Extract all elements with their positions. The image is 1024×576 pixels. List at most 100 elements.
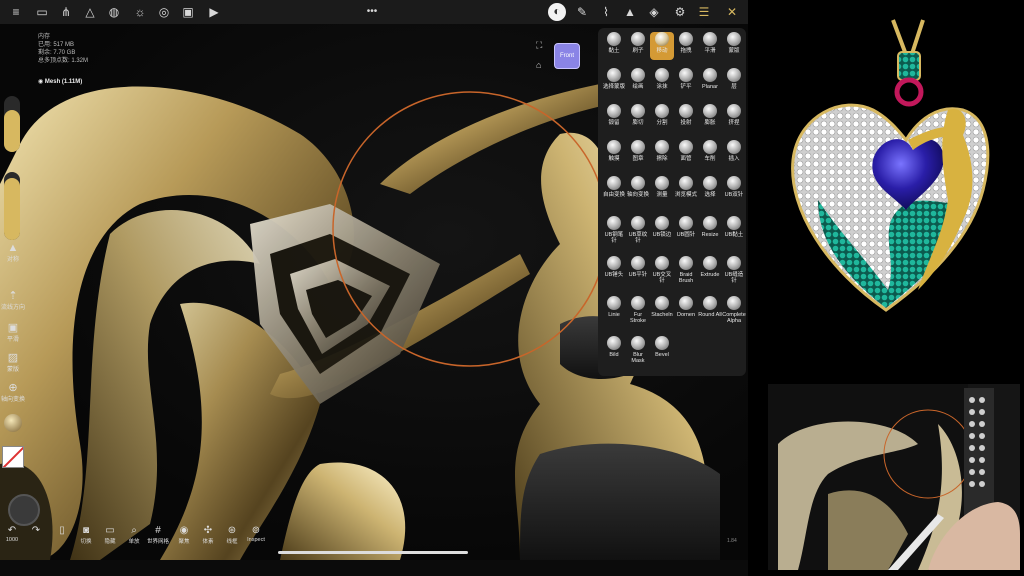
brush-item[interactable]: 投射 <box>674 104 698 132</box>
brush-item[interactable]: 测量 <box>650 176 674 204</box>
bottom-tool-grid[interactable]: # 世界网格 <box>146 525 170 545</box>
active-brush-icon[interactable]: ◐ <box>548 3 566 21</box>
brush-item[interactable]: 绘画 <box>626 68 650 96</box>
brush-item[interactable]: Planar <box>698 68 722 96</box>
brush-item[interactable]: 层 <box>722 68 746 96</box>
brush-item[interactable]: 车削 <box>698 140 722 168</box>
menu-icon[interactable]: ≡ <box>8 4 24 20</box>
brush-item[interactable]: Resize <box>698 216 722 244</box>
redo-button[interactable]: ↷ <box>24 525 48 537</box>
symmetry-tool[interactable]: ▲ 对称 <box>0 242 26 263</box>
folder-icon[interactable]: ▭ <box>34 4 50 20</box>
bottom-tool-inspect[interactable]: ⊚ Inspect <box>244 525 268 543</box>
brush-item[interactable]: 蒙版 <box>722 32 746 60</box>
brush-item[interactable]: 移动 <box>650 32 674 60</box>
brush-item[interactable]: 插入 <box>722 140 746 168</box>
brush-item[interactable]: Stacheln <box>650 296 674 324</box>
settings-icon[interactable]: ⚙ <box>672 4 688 20</box>
brush-item[interactable]: 铲平 <box>674 68 698 96</box>
brush-item[interactable]: UB交叉针 <box>650 256 674 284</box>
brush-icon <box>679 32 693 46</box>
brush-item[interactable]: 锻留 <box>602 104 626 132</box>
tools-icon[interactable]: ✕ <box>724 4 740 20</box>
pen-icon[interactable]: ✎ <box>574 4 590 20</box>
stroke-button[interactable] <box>8 494 40 526</box>
brush-item[interactable]: Round All <box>698 296 722 324</box>
brush-item[interactable]: 膨胀 <box>698 104 722 132</box>
brush-item[interactable]: Complete Alpha <box>722 296 746 324</box>
brush-item[interactable]: Bild <box>602 336 626 364</box>
brush-item[interactable]: 刷子 <box>626 32 650 60</box>
brush-item[interactable]: 触摸 <box>602 140 626 168</box>
brush-item[interactable]: UB黏土 <box>722 216 746 244</box>
bottom-tool-1[interactable]: ▯ <box>50 525 74 537</box>
bottom-tool-hide[interactable]: ▭ 隐藏 <box>98 525 122 545</box>
video-icon[interactable]: ▶ <box>206 4 222 20</box>
fullscreen-icon[interactable]: ⛶ <box>536 40 542 51</box>
brush-item[interactable]: Linie <box>602 296 626 324</box>
brush-item[interactable]: Braid Brush <box>674 256 698 284</box>
brush-item[interactable]: 挤捏 <box>722 104 746 132</box>
brush-item[interactable]: 黏土 <box>602 32 626 60</box>
brush-item[interactable]: 平滑 <box>698 32 722 60</box>
brush-item[interactable]: Dornen <box>674 296 698 324</box>
brush-item[interactable]: 轴向变换 <box>626 176 650 204</box>
brush-item[interactable]: 拖拽 <box>674 32 698 60</box>
material-icon[interactable]: ◎ <box>156 4 172 20</box>
gizmo-tool[interactable]: ⊕ 轴向变换 <box>0 382 26 403</box>
eye-icon: ◉ <box>179 525 189 536</box>
brush-item[interactable]: UB圆针 <box>674 216 698 244</box>
bottom-tool-focus[interactable]: ◉ 聚焦 <box>172 525 196 545</box>
scene-tree-icon[interactable]: ⋔ <box>58 4 74 20</box>
brush-item[interactable]: 分割 <box>650 104 674 132</box>
brush-item[interactable]: 面管 <box>674 140 698 168</box>
brush-item[interactable]: UB草纹针 <box>626 216 650 244</box>
material-swatch[interactable] <box>4 414 22 432</box>
stroke-icon[interactable]: ⌇ <box>598 4 614 20</box>
undo-button[interactable]: ↶ 1000 <box>0 525 24 543</box>
image-icon[interactable]: ▣ <box>180 4 196 20</box>
eye-icon[interactable]: ◉ <box>38 79 43 85</box>
brush-item[interactable]: UB双针 <box>722 176 746 204</box>
brush-item[interactable]: Fur Stroke <box>626 296 650 324</box>
bottom-tool-wireframe[interactable]: ⊛ 线框 <box>220 525 244 545</box>
globe-icon[interactable]: ◍ <box>106 4 122 20</box>
home-icon[interactable]: ⌂ <box>536 60 541 70</box>
brush-item[interactable]: 浏览模式 <box>674 176 698 204</box>
bottom-tool-voxel[interactable]: ✣ 体素 <box>196 525 220 545</box>
sliders-icon[interactable]: ☰ <box>696 4 712 20</box>
more-icon[interactable]: ••• <box>364 4 380 20</box>
sun-icon[interactable]: ☼ <box>132 4 148 20</box>
brush-item[interactable]: UB锤头 <box>602 256 626 284</box>
alpha-icon[interactable]: ▲ <box>622 4 638 20</box>
smooth-tool[interactable]: ▣ 平滑 <box>0 322 26 343</box>
brush-item[interactable]: UB锁边 <box>650 216 674 244</box>
brush-item[interactable]: 涂抹 <box>650 68 674 96</box>
brush-icon <box>727 216 741 230</box>
mesh-label[interactable]: ◉ Mesh (1.11M) <box>38 78 82 85</box>
bottom-tool-label: 线框 <box>226 539 238 545</box>
radius-slider[interactable] <box>4 96 20 152</box>
view-cube[interactable]: Front <box>554 43 580 69</box>
brush-item[interactable]: UB钢笔针 <box>602 216 626 244</box>
brush-item[interactable]: 选择蒙版 <box>602 68 626 96</box>
mesh-icon[interactable]: △ <box>82 4 98 20</box>
mask-tool[interactable]: ▨ 蒙版 <box>0 352 26 373</box>
brush-item[interactable]: Bevel <box>650 336 674 364</box>
color-swatch[interactable] <box>2 446 24 468</box>
intensity-slider[interactable] <box>4 172 20 240</box>
bottom-tool-solo[interactable]: ⌕ 单放 <box>122 525 146 545</box>
brush-item[interactable]: Blur Mask <box>626 336 650 364</box>
brush-item[interactable]: 擦除 <box>650 140 674 168</box>
brush-item[interactable]: 选择 <box>698 176 722 204</box>
stroke-direction-tool[interactable]: ⇡ 流线方向 <box>0 290 26 311</box>
brush-item[interactable]: 膨切 <box>626 104 650 132</box>
brush-item[interactable]: UB缝造针 <box>722 256 746 284</box>
brush-icon <box>607 256 621 270</box>
brush-item[interactable]: UB平针 <box>626 256 650 284</box>
brush-item[interactable]: 图章 <box>626 140 650 168</box>
brush-item[interactable]: Extrude <box>698 256 722 284</box>
brush-item[interactable]: 自由变换 <box>602 176 626 204</box>
layers-icon[interactable]: ◈ <box>646 4 662 20</box>
bottom-tool-switch[interactable]: ◙ 切换 <box>74 525 98 545</box>
